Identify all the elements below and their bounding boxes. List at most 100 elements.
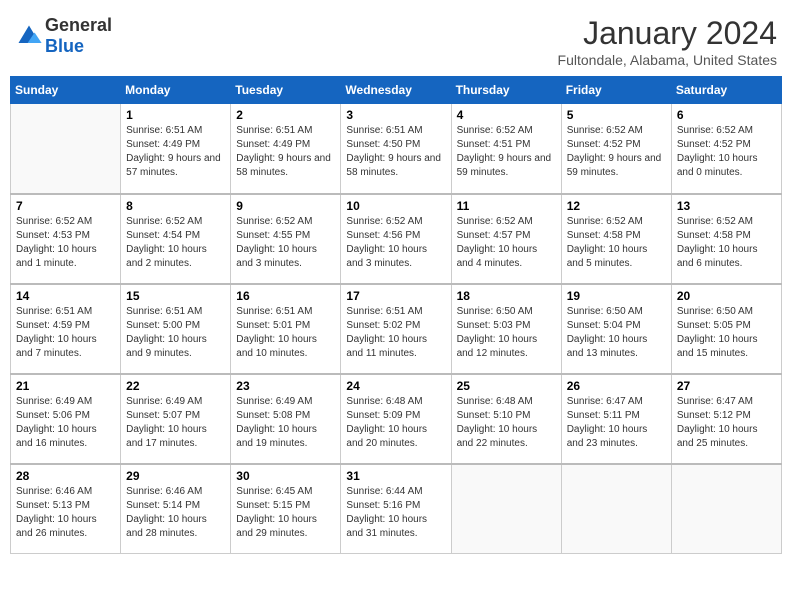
day-info: Sunrise: 6:48 AMSunset: 5:09 PMDaylight:… (346, 395, 445, 451)
calendar-cell: 9 Sunrise: 6:52 AMSunset: 4:55 PMDaylight… (231, 194, 341, 284)
day-info: Sunrise: 6:52 AMSunset: 4:54 PMDaylight:… (126, 215, 225, 271)
calendar-cell: 20 Sunrise: 6:50 AMSunset: 5:05 PMDayligh… (671, 284, 781, 374)
calendar-cell: 12 Sunrise: 6:52 AMSunset: 4:58 PMDayligh… (561, 194, 671, 284)
day-info: Sunrise: 6:44 AMSunset: 5:16 PMDaylight:… (346, 485, 445, 541)
calendar-cell (561, 464, 671, 554)
calendar-table: SundayMondayTuesdayWednesdayThursdayFrid… (10, 76, 782, 554)
day-number: 25 (457, 379, 556, 393)
day-number: 9 (236, 199, 335, 213)
day-info: Sunrise: 6:49 AMSunset: 5:06 PMDaylight:… (16, 395, 115, 451)
day-info: Sunrise: 6:52 AMSunset: 4:58 PMDaylight:… (567, 215, 666, 271)
day-number: 22 (126, 379, 225, 393)
day-info: Sunrise: 6:51 AMSunset: 5:00 PMDaylight:… (126, 305, 225, 361)
day-info: Sunrise: 6:47 AMSunset: 5:11 PMDaylight:… (567, 395, 666, 451)
day-of-week-tuesday: Tuesday (231, 77, 341, 104)
calendar-cell: 25Sunrise: 6:48 AMSunset: 5:10 PMDayligh… (451, 374, 561, 464)
calendar-cell: 30Sunrise: 6:45 AMSunset: 5:15 PMDayligh… (231, 464, 341, 554)
week-row-4: 21 Sunrise: 6:49 AMSunset: 5:06 PMDayligh… (11, 374, 782, 464)
day-info: Sunrise: 6:52 AMSunset: 4:52 PMDaylight:… (567, 124, 666, 180)
calendar-cell: 19 Sunrise: 6:50 AMSunset: 5:04 PMDayligh… (561, 284, 671, 374)
day-number: 19 (567, 289, 666, 303)
day-number: 6 (677, 108, 776, 122)
day-number: 5 (567, 108, 666, 122)
day-info: Sunrise: 6:52 AMSunset: 4:51 PMDaylight:… (457, 124, 556, 180)
calendar-cell: 15 Sunrise: 6:51 AMSunset: 5:00 PMDayligh… (121, 284, 231, 374)
day-number: 31 (346, 469, 445, 483)
calendar-cell: 14Sunrise: 6:51 AMSunset: 4:59 PMDayligh… (11, 284, 121, 374)
week-row-3: 14Sunrise: 6:51 AMSunset: 4:59 PMDayligh… (11, 284, 782, 374)
calendar-cell: 21 Sunrise: 6:49 AMSunset: 5:06 PMDayligh… (11, 374, 121, 464)
day-number: 1 (126, 108, 225, 122)
calendar-cell (11, 104, 121, 194)
day-number: 8 (126, 199, 225, 213)
calendar-cell: 6 Sunrise: 6:52 AMSunset: 4:52 PMDaylight… (671, 104, 781, 194)
calendar-cell: 3 Sunrise: 6:51 AMSunset: 4:50 PMDaylight… (341, 104, 451, 194)
day-number: 4 (457, 108, 556, 122)
day-number: 23 (236, 379, 335, 393)
calendar-cell: 10Sunrise: 6:52 AMSunset: 4:56 PMDayligh… (341, 194, 451, 284)
day-info: Sunrise: 6:50 AMSunset: 5:04 PMDaylight:… (567, 305, 666, 361)
day-info: Sunrise: 6:52 AMSunset: 4:52 PMDaylight:… (677, 124, 776, 180)
day-number: 18 (457, 289, 556, 303)
day-info: Sunrise: 6:52 AMSunset: 4:57 PMDaylight:… (457, 215, 556, 271)
logo-text: General Blue (45, 15, 112, 57)
week-row-2: 7 Sunrise: 6:52 AMSunset: 4:53 PMDaylight… (11, 194, 782, 284)
calendar-cell: 26 Sunrise: 6:47 AMSunset: 5:11 PMDayligh… (561, 374, 671, 464)
day-number: 2 (236, 108, 335, 122)
day-of-week-monday: Monday (121, 77, 231, 104)
day-info: Sunrise: 6:45 AMSunset: 5:15 PMDaylight:… (236, 485, 335, 541)
day-number: 20 (677, 289, 776, 303)
days-header-row: SundayMondayTuesdayWednesdayThursdayFrid… (11, 77, 782, 104)
day-number: 26 (567, 379, 666, 393)
day-number: 28 (16, 469, 115, 483)
week-row-5: 28Sunrise: 6:46 AMSunset: 5:13 PMDayligh… (11, 464, 782, 554)
day-info: Sunrise: 6:49 AMSunset: 5:07 PMDaylight:… (126, 395, 225, 451)
day-info: Sunrise: 6:52 AMSunset: 4:55 PMDaylight:… (236, 215, 335, 271)
calendar-cell: 5 Sunrise: 6:52 AMSunset: 4:52 PMDaylight… (561, 104, 671, 194)
calendar-cell: 27 Sunrise: 6:47 AMSunset: 5:12 PMDayligh… (671, 374, 781, 464)
day-info: Sunrise: 6:50 AMSunset: 5:03 PMDaylight:… (457, 305, 556, 361)
day-of-week-saturday: Saturday (671, 77, 781, 104)
month-title: January 2024 (558, 15, 777, 52)
day-info: Sunrise: 6:52 AMSunset: 4:53 PMDaylight:… (16, 215, 115, 271)
day-number: 17 (346, 289, 445, 303)
calendar-cell: 18 Sunrise: 6:50 AMSunset: 5:03 PMDayligh… (451, 284, 561, 374)
day-number: 12 (567, 199, 666, 213)
day-number: 3 (346, 108, 445, 122)
day-number: 24 (346, 379, 445, 393)
day-info: Sunrise: 6:47 AMSunset: 5:12 PMDaylight:… (677, 395, 776, 451)
logo-general: General (45, 15, 112, 35)
day-number: 29 (126, 469, 225, 483)
page-header: General Blue January 2024 Fultondale, Al… (10, 10, 782, 68)
calendar-cell: 1 Sunrise: 6:51 AMSunset: 4:49 PMDaylight… (121, 104, 231, 194)
day-number: 13 (677, 199, 776, 213)
calendar-cell: 8 Sunrise: 6:52 AMSunset: 4:54 PMDaylight… (121, 194, 231, 284)
calendar-cell: 29 Sunrise: 6:46 AMSunset: 5:14 PMDayligh… (121, 464, 231, 554)
day-of-week-wednesday: Wednesday (341, 77, 451, 104)
day-of-week-sunday: Sunday (11, 77, 121, 104)
day-info: Sunrise: 6:51 AMSunset: 4:50 PMDaylight:… (346, 124, 445, 180)
calendar-cell: 31 Sunrise: 6:44 AMSunset: 5:16 PMDayligh… (341, 464, 451, 554)
day-info: Sunrise: 6:51 AMSunset: 4:59 PMDaylight:… (16, 305, 115, 361)
day-number: 16 (236, 289, 335, 303)
calendar-cell: 17Sunrise: 6:51 AMSunset: 5:02 PMDayligh… (341, 284, 451, 374)
day-info: Sunrise: 6:51 AMSunset: 4:49 PMDaylight:… (126, 124, 225, 180)
title-section: January 2024 Fultondale, Alabama, United… (558, 15, 777, 68)
calendar-cell: 4 Sunrise: 6:52 AMSunset: 4:51 PMDaylight… (451, 104, 561, 194)
day-number: 21 (16, 379, 115, 393)
calendar-cell: 11Sunrise: 6:52 AMSunset: 4:57 PMDayligh… (451, 194, 561, 284)
day-number: 15 (126, 289, 225, 303)
week-row-1: 1 Sunrise: 6:51 AMSunset: 4:49 PMDaylight… (11, 104, 782, 194)
day-info: Sunrise: 6:46 AMSunset: 5:14 PMDaylight:… (126, 485, 225, 541)
calendar-cell (671, 464, 781, 554)
location: Fultondale, Alabama, United States (558, 52, 777, 68)
calendar-cell: 24 Sunrise: 6:48 AMSunset: 5:09 PMDayligh… (341, 374, 451, 464)
day-number: 7 (16, 199, 115, 213)
day-info: Sunrise: 6:50 AMSunset: 5:05 PMDaylight:… (677, 305, 776, 361)
calendar-cell: 28Sunrise: 6:46 AMSunset: 5:13 PMDayligh… (11, 464, 121, 554)
day-info: Sunrise: 6:52 AMSunset: 4:56 PMDaylight:… (346, 215, 445, 271)
calendar-cell: 2Sunrise: 6:51 AMSunset: 4:49 PMDaylight… (231, 104, 341, 194)
calendar-cell (451, 464, 561, 554)
day-number: 27 (677, 379, 776, 393)
calendar-cell: 7 Sunrise: 6:52 AMSunset: 4:53 PMDaylight… (11, 194, 121, 284)
